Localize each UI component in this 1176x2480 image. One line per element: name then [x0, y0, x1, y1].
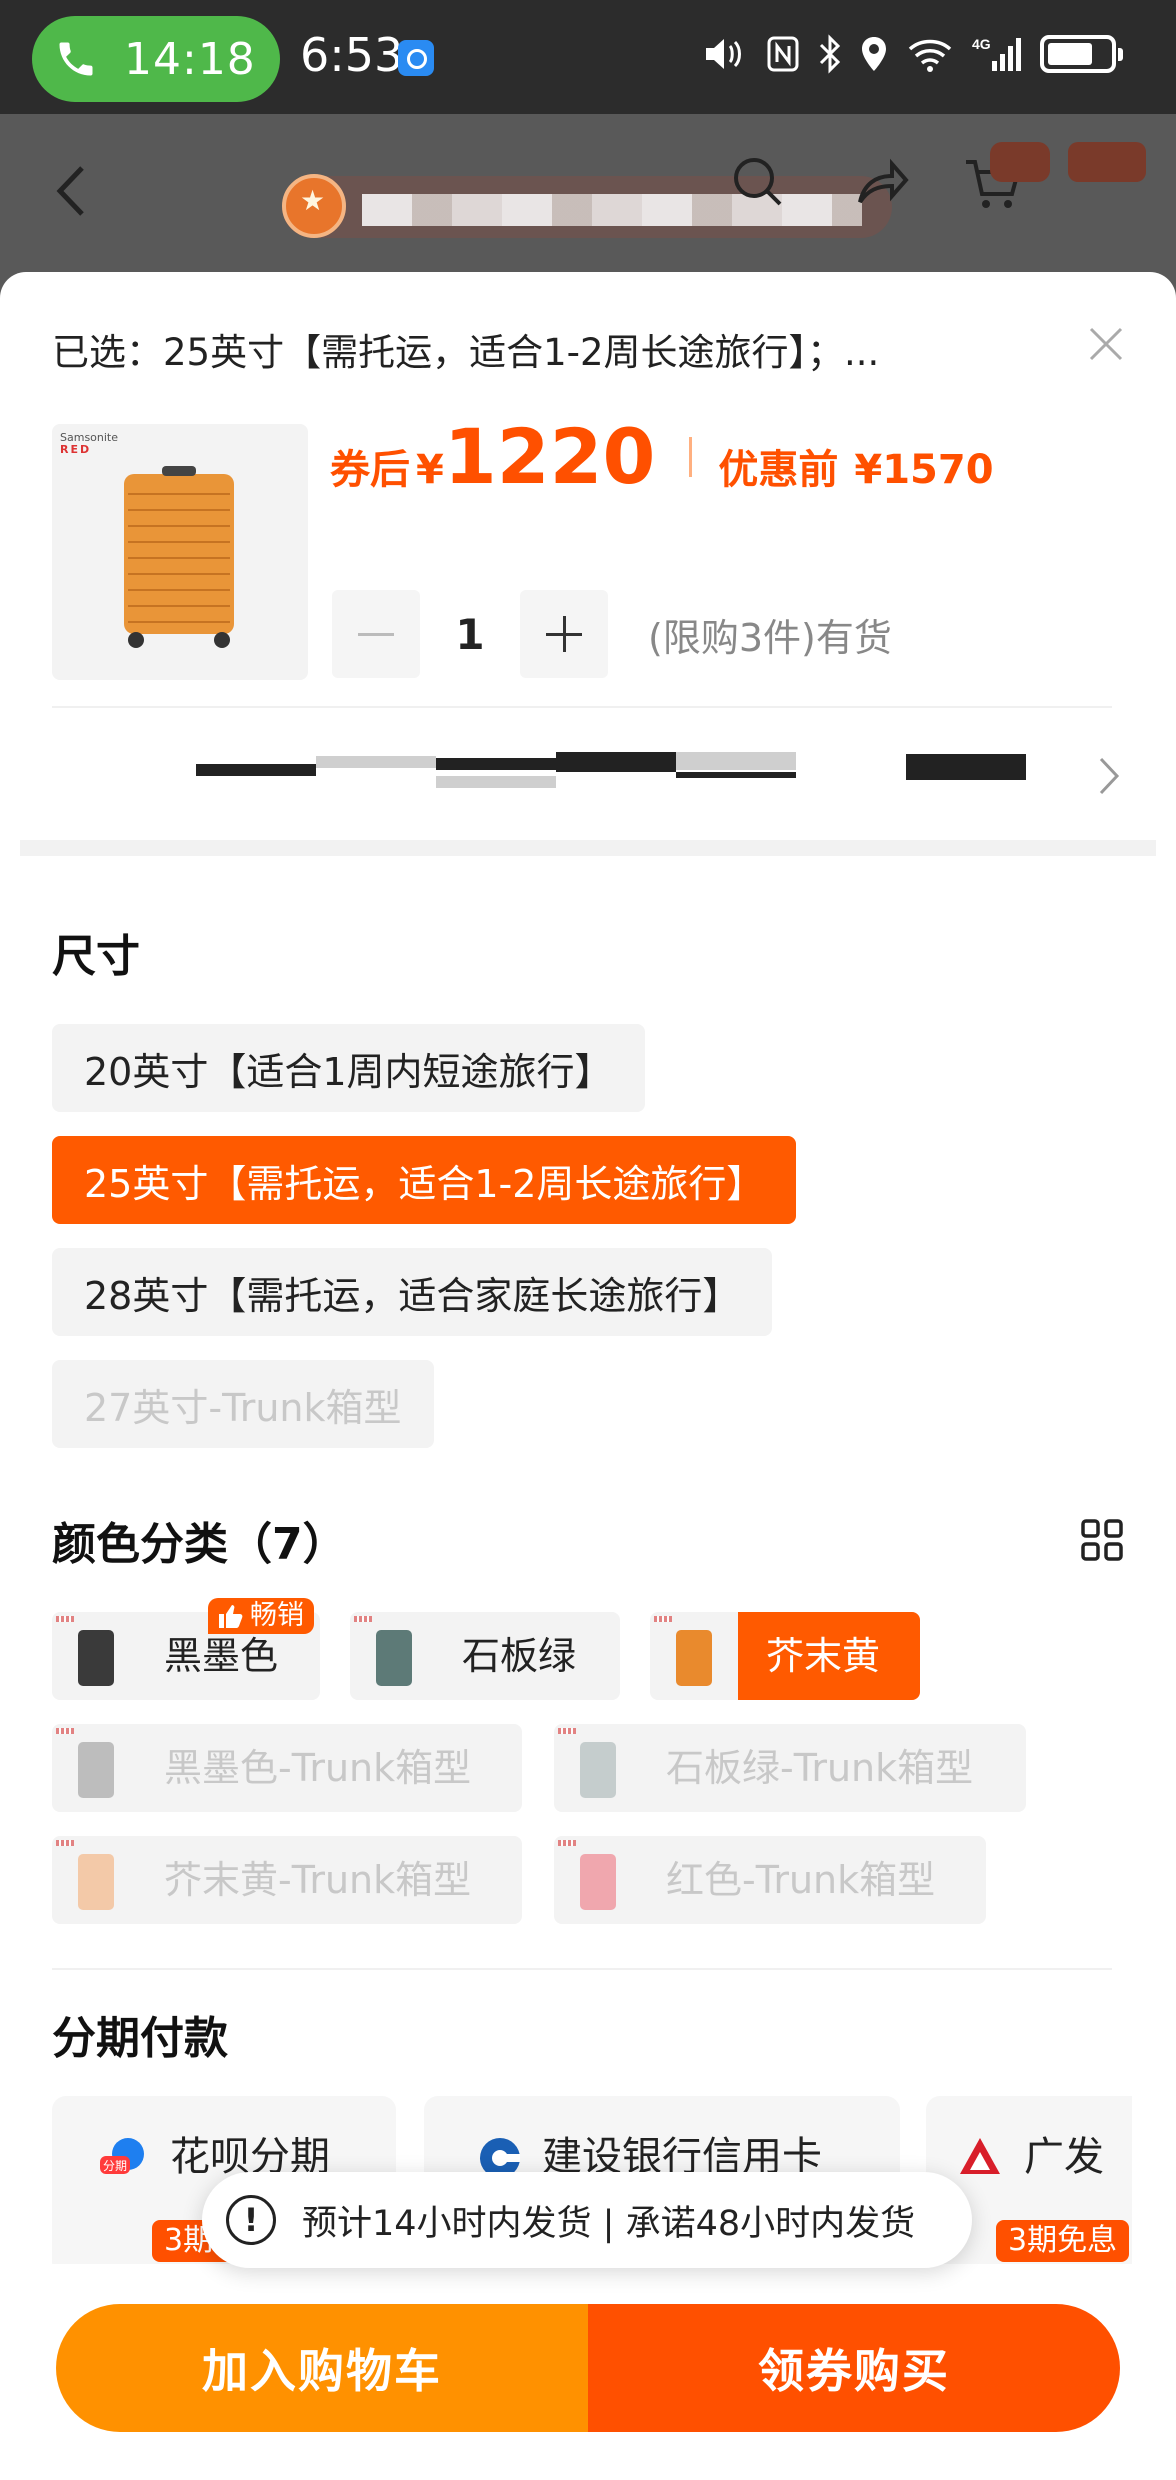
- system-icons: 4G: [704, 34, 1123, 74]
- size-option-27-trunk[interactable]: 27英寸-Trunk箱型: [52, 1360, 434, 1448]
- shop-medal-icon: [282, 174, 346, 238]
- increase-button[interactable]: [520, 590, 608, 678]
- share-icon[interactable]: [852, 154, 910, 210]
- best-seller-badge: 畅销: [208, 1598, 314, 1634]
- color-option-mustard-trunk[interactable]: 芥末黄-Trunk箱型: [52, 1836, 522, 1924]
- size-section-title: 尺寸: [52, 931, 140, 982]
- color-swatch: [554, 1836, 642, 1924]
- clock: 6:53: [300, 28, 404, 82]
- color-option-black[interactable]: 黑墨色 畅销: [52, 1598, 320, 1700]
- info-icon: !: [226, 2195, 276, 2245]
- decrease-button[interactable]: [332, 590, 420, 678]
- thumbs-up-icon: [219, 1605, 243, 1628]
- product-thumbnail[interactable]: Samsonite RED: [52, 424, 308, 680]
- divider: [52, 1968, 1112, 1970]
- purchase-limit-stock: (限购3件)有货: [648, 615, 892, 660]
- quantity-value[interactable]: 1: [420, 610, 520, 659]
- size-option-20[interactable]: 20英寸【适合1周内短途旅行】: [52, 1024, 645, 1112]
- app-notification-icon: [398, 40, 434, 76]
- page-header-dimmed: [0, 114, 1176, 284]
- color-option-slate-green[interactable]: 石板绿: [350, 1612, 620, 1700]
- before-discount-label: 优惠前: [718, 447, 839, 493]
- location-icon: [862, 37, 886, 71]
- buy-now-button[interactable]: 领券购买: [588, 2304, 1120, 2432]
- color-option-black-trunk[interactable]: 黑墨色-Trunk箱型: [52, 1724, 522, 1812]
- svg-text:分期: 分期: [103, 2159, 127, 2173]
- shop-banner[interactable]: [282, 174, 892, 238]
- sku-selector-sheet: 已选：25英寸【需托运，适合1-2周长途旅行】；... Samsonite RED…: [0, 272, 1176, 2480]
- brand-logo: Samsonite RED: [60, 431, 119, 457]
- after-coupon-label: 券后: [330, 447, 410, 493]
- wifi-icon: [908, 39, 952, 72]
- after-coupon-price: 1220: [443, 412, 656, 501]
- promotion-row-redacted[interactable]: [66, 742, 1066, 812]
- minus-icon: [358, 633, 394, 636]
- color-swatch: [650, 1612, 738, 1700]
- color-option-red-trunk[interactable]: 红色-Trunk箱型: [554, 1836, 986, 1924]
- more-badge-redacted: [1068, 142, 1146, 182]
- color-section-title: 颜色分类（7）: [52, 1519, 347, 1570]
- add-to-cart-button[interactable]: 加入购物车: [56, 2304, 588, 2432]
- divider: [52, 706, 1112, 708]
- shop-name-redacted: [362, 194, 862, 226]
- search-icon[interactable]: [730, 154, 786, 210]
- currency-symbol: ¥: [416, 447, 444, 493]
- svg-text:4G: 4G: [972, 36, 991, 52]
- action-bar: 加入购物车 领券购买: [56, 2304, 1120, 2432]
- selected-summary: 已选：25英寸【需托运，适合1-2周长途旅行】；...: [52, 331, 880, 374]
- price-divider: [689, 436, 693, 477]
- cgb-icon: [960, 2138, 1000, 2174]
- battery-icon: [1040, 35, 1123, 73]
- color-swatch: [554, 1724, 642, 1812]
- close-icon[interactable]: [1088, 326, 1124, 362]
- call-duration: 14:18: [124, 33, 256, 85]
- suitcase-image: [124, 466, 234, 648]
- shipping-toast: ! 预计14小时内发货 | 承诺48小时内发货: [202, 2172, 972, 2268]
- color-swatch: [52, 1836, 140, 1924]
- chevron-left-icon[interactable]: [48, 156, 98, 226]
- nfc-icon: [767, 36, 799, 72]
- signal-icon: 4G: [972, 36, 1021, 71]
- bluetooth-icon: [819, 34, 841, 74]
- price-line: 券后 ¥ 1220 优惠前 ¥1570: [330, 412, 994, 501]
- section-separator: [20, 840, 1156, 856]
- color-swatch: [52, 1612, 140, 1700]
- volume-icon: [706, 39, 741, 69]
- color-option-mustard[interactable]: 芥末黄: [650, 1612, 920, 1700]
- size-option-28[interactable]: 28英寸【需托运，适合家庭长途旅行】: [52, 1248, 773, 1336]
- phone-icon: [59, 42, 93, 76]
- chevron-right-icon[interactable]: [1098, 756, 1120, 796]
- status-bar: 14:18 6:53 4G: [0, 0, 1176, 114]
- grid-view-icon[interactable]: [1080, 1518, 1124, 1562]
- color-option-slate-green-trunk[interactable]: 石板绿-Trunk箱型: [554, 1724, 1026, 1812]
- quantity-stepper: 1 (限购3件)有货: [332, 590, 892, 678]
- before-discount-price: ¥1570: [854, 447, 994, 493]
- ongoing-call-pill[interactable]: 14:18: [32, 16, 280, 102]
- size-option-25[interactable]: 25英寸【需托运，适合1-2周长途旅行】: [52, 1136, 797, 1224]
- cart-badge-redacted: [990, 142, 1050, 182]
- installment-section-title: 分期付款: [52, 2013, 228, 2064]
- color-swatch: [52, 1724, 140, 1812]
- huabei-icon: 分期: [100, 2138, 144, 2174]
- color-swatch: [350, 1612, 438, 1700]
